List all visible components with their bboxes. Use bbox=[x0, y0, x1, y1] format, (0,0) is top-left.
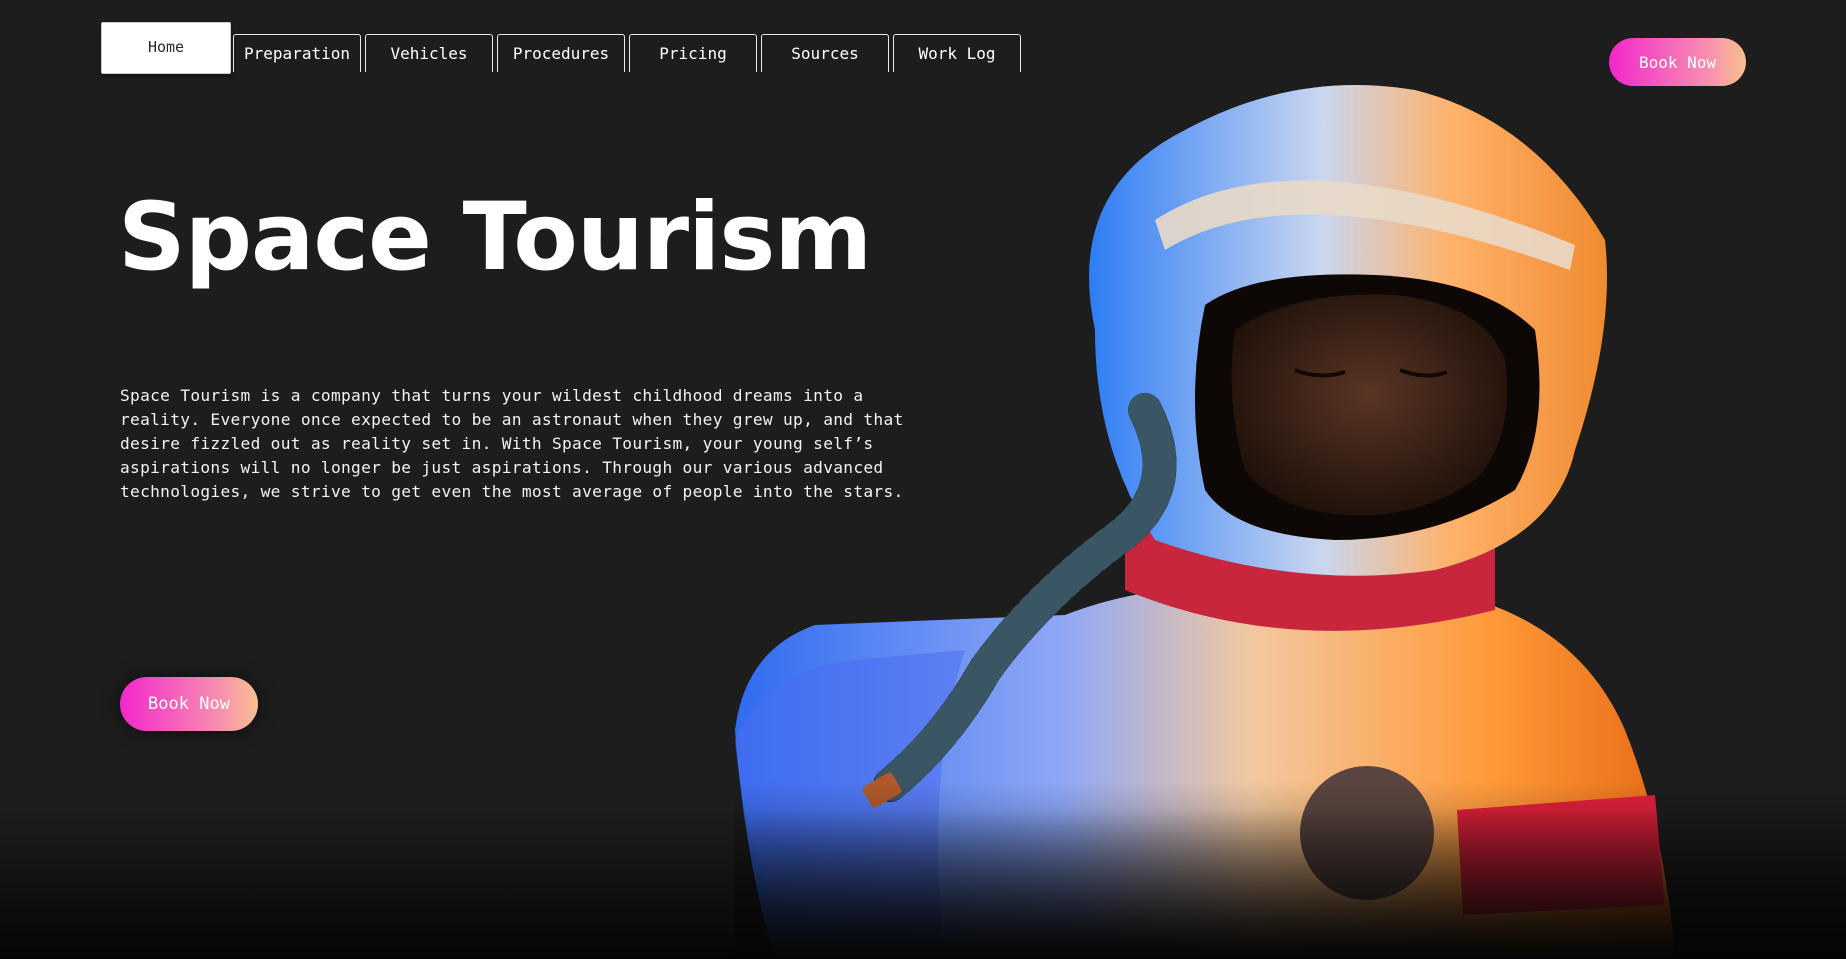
tab-sources[interactable]: Sources bbox=[761, 34, 889, 72]
tab-pricing[interactable]: Pricing bbox=[629, 34, 757, 72]
hero-book-now-button[interactable]: Book Now bbox=[120, 677, 258, 731]
header-book-now-button[interactable]: Book Now bbox=[1609, 38, 1746, 86]
tab-vehicles[interactable]: Vehicles bbox=[365, 34, 493, 72]
tab-home[interactable]: Home bbox=[101, 22, 231, 74]
tab-preparation[interactable]: Preparation bbox=[233, 34, 361, 72]
bottom-shadow bbox=[0, 809, 1846, 959]
tab-work-log[interactable]: Work Log bbox=[893, 34, 1021, 72]
page-title: Space Tourism bbox=[118, 183, 872, 292]
hero-description: Space Tourism is a company that turns yo… bbox=[120, 386, 904, 501]
tab-procedures[interactable]: Procedures bbox=[497, 34, 625, 72]
